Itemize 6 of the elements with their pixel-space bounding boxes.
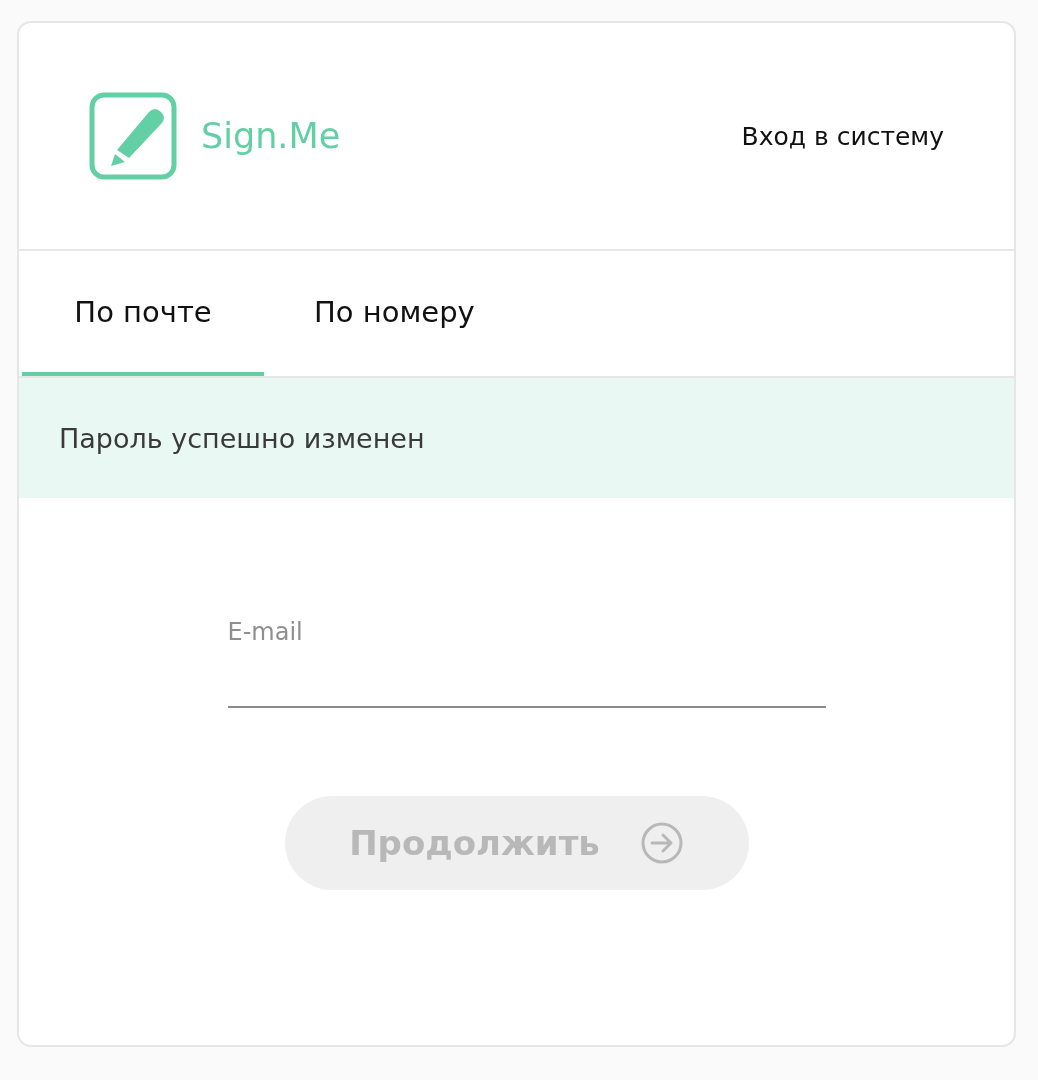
- alert-text: Пароль успешно изменен: [59, 422, 425, 454]
- logo-text: Sign.Me: [201, 116, 341, 156]
- pencil-note-icon: [89, 92, 177, 180]
- login-link[interactable]: Вход в систему: [741, 121, 944, 151]
- arrow-right-circle-icon: [639, 821, 684, 865]
- tab[interactable]: По номеру: [264, 251, 525, 376]
